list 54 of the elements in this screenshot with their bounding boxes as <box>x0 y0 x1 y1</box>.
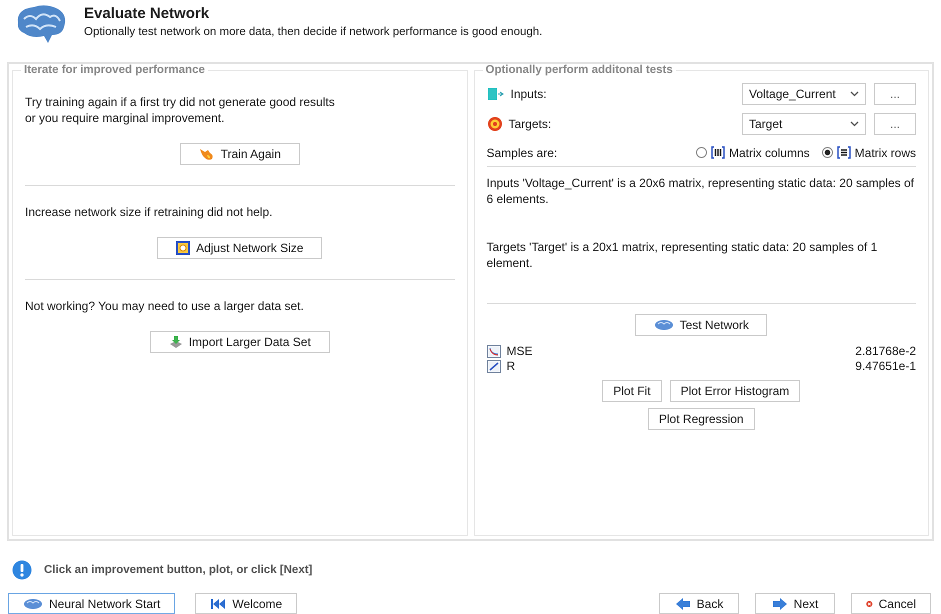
plot-button[interactable]: Plot Regression <box>648 408 755 430</box>
nav-button[interactable]: Next <box>755 593 835 614</box>
browse-button[interactable]: ... <box>874 82 916 105</box>
test-network-button[interactable]: Test Network <box>635 314 768 336</box>
brain-icon <box>23 598 43 610</box>
info-icon <box>12 560 32 580</box>
target-icon <box>486 116 502 132</box>
option-label: Matrix columns <box>728 146 810 160</box>
nav-button[interactable]: Cancel <box>851 593 931 614</box>
page-title: Evaluate Network <box>84 5 210 22</box>
flame-icon <box>198 146 215 161</box>
input-icon <box>486 86 504 101</box>
metric-value: 2.81768e-2 <box>855 344 916 358</box>
data-description: Targets 'Target' is a 20x1 matrix, representing static data: 20 samples of 1 element. <box>486 238 878 271</box>
regression-icon <box>486 360 500 373</box>
dropdown[interactable]: Voltage_Current <box>742 82 866 105</box>
rewind-icon <box>210 598 226 610</box>
nav-button[interactable]: Neural Network Start <box>8 593 176 614</box>
radio-button[interactable] <box>822 147 833 158</box>
dropdown[interactable]: Target <box>742 112 866 135</box>
plot-button[interactable]: Plot Error Histogram <box>670 380 800 402</box>
field-label: Inputs: <box>510 86 548 101</box>
left-arrow-icon <box>674 598 691 610</box>
group-title: Optionally perform additonal tests <box>482 64 676 76</box>
line-chart-icon <box>486 344 500 358</box>
field-label: Samples are: <box>486 146 558 160</box>
radio-button[interactable] <box>696 147 707 158</box>
action-button[interactable]: Train Again <box>180 142 300 165</box>
columns-icon <box>710 146 725 160</box>
action-button[interactable]: Adjust Network Size <box>157 236 322 259</box>
field-label: Targets: <box>508 116 552 131</box>
right-arrow-icon <box>772 598 788 610</box>
brain-icon <box>654 318 674 331</box>
data-description: Inputs 'Voltage_Current' is a 20x6 matrix, representing static data: 20 samples of 6 elements. <box>486 174 915 207</box>
metric-value: 9.47651e-1 <box>855 359 916 374</box>
nav-button[interactable]: Welcome <box>195 593 298 614</box>
page-subtitle: Optionally test network on more data, then decide if network performance is good enough. <box>84 26 542 38</box>
action-button[interactable]: Import Larger Data Set <box>150 330 330 353</box>
instruction-text: Try training again if a first try did not generate good results or you require marginal improvement. <box>25 94 336 126</box>
nav-button[interactable]: Back <box>659 593 739 614</box>
status-message: Click an improvement button, plot, or click [Next] <box>44 564 312 576</box>
import-icon <box>168 334 183 349</box>
rows-icon <box>836 146 851 160</box>
chevron-icon <box>850 90 859 97</box>
chevron-icon <box>850 120 859 127</box>
grid-icon <box>176 240 190 255</box>
plot-button[interactable]: Plot Fit <box>602 380 662 402</box>
browse-button[interactable]: ... <box>874 112 916 135</box>
group-title: Iterate for improved performance <box>21 64 208 76</box>
option-label: Matrix rows <box>854 146 916 160</box>
metric-name: MSE <box>506 344 534 358</box>
metric-name: R <box>506 359 516 374</box>
instruction-text: Not working? You may need to use a larger data set. <box>25 298 305 314</box>
instruction-text: Increase network size if retraining did not help. <box>25 204 274 220</box>
